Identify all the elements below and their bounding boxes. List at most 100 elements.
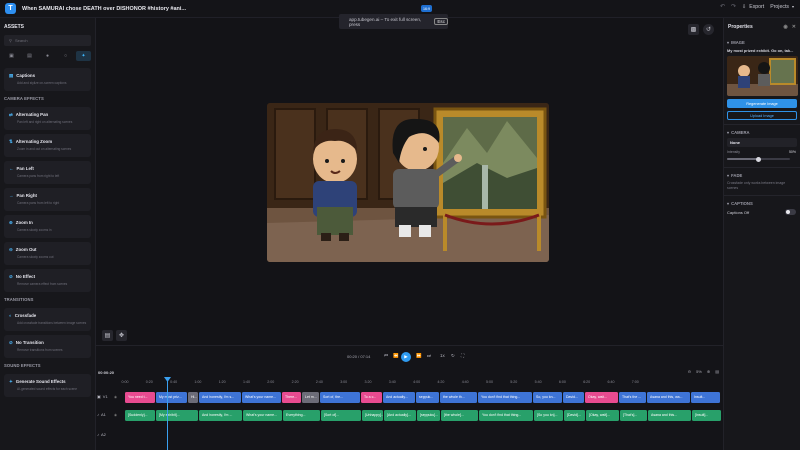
timeline-clip[interactable]: David... xyxy=(563,392,584,403)
project-title[interactable]: When SAMURAI chose DEATH over DISHONOR #… xyxy=(22,6,186,12)
fit-timeline-icon[interactable]: ▤ xyxy=(715,369,719,374)
timeline-clip[interactable]: the whole th... xyxy=(440,392,477,403)
transition-card-none[interactable]: ⊘ No Transition Remove transitions from s… xyxy=(4,335,91,358)
timeline-clip[interactable]: seppuk... xyxy=(416,392,439,403)
timeline-clip[interactable]: [the whole]... xyxy=(441,410,478,421)
effect-title: Zoom Out xyxy=(15,247,37,252)
timeline-clip[interactable]: You don't find that thing... xyxy=(478,392,532,403)
timeline-clip[interactable]: Hi... xyxy=(188,392,198,403)
regenerate-image-button[interactable]: Regenerate Image xyxy=(727,99,797,108)
video-preview-frame[interactable] xyxy=(267,103,549,262)
tab-images[interactable]: ▣ xyxy=(4,51,19,61)
timeline-clip[interactable]: [So you kn]... xyxy=(534,410,563,421)
app-logo-icon[interactable]: T xyxy=(5,3,16,14)
timeline-clip[interactable]: Let m... xyxy=(302,392,319,403)
fade-section-heading[interactable]: ▾ FADE xyxy=(727,172,800,178)
audio-track-1[interactable]: [Suddenly]... [My exhibit]... And honestly… xyxy=(125,410,723,421)
aspect-ratio-badge[interactable]: 16:9 xyxy=(421,5,432,12)
timeline-clip[interactable]: There... xyxy=(282,392,301,403)
camera-effect-select[interactable]: None xyxy=(727,138,797,147)
layout-toggle-button[interactable]: ▤ xyxy=(102,330,113,341)
tab-audio[interactable]: ○ xyxy=(58,51,73,61)
timeline-clip[interactable]: Everything... xyxy=(283,410,320,421)
captions-toggle-switch[interactable] xyxy=(785,209,796,215)
sound-card-generate[interactable]: ✦ Generate Sound Effects AI-generated sou… xyxy=(4,374,91,397)
close-icon[interactable]: ✕ xyxy=(792,24,796,30)
asset-search-input[interactable]: ⚲ Search xyxy=(4,35,91,46)
fullscreen-icon[interactable]: ⛶ xyxy=(461,353,464,358)
effect-card-alternating-zoom[interactable]: ⇅ Alternating Zoom Zoom in and out on alt… xyxy=(4,134,91,157)
timeline-clip[interactable]: [Suddenly]... xyxy=(125,410,155,421)
effect-card-pan-right[interactable]: → Pan Right Camera pans from left to righ… xyxy=(4,188,91,211)
track-a1-visibility-icon[interactable]: ◉ xyxy=(114,413,117,417)
upload-image-button[interactable]: Upload Image xyxy=(727,111,797,120)
ruler-tick: 1:00 xyxy=(194,380,202,384)
timeline-clip[interactable]: And honestly, I'm ... xyxy=(199,410,242,421)
timeline-clip[interactable]: And honestly, I'm s... xyxy=(199,392,241,403)
timeline-clip[interactable]: [seppuku]... xyxy=(417,410,440,421)
ruler-tick: 0:00 xyxy=(121,380,129,384)
intensity-slider[interactable] xyxy=(727,156,790,162)
intensity-slider-handle[interactable] xyxy=(756,156,761,162)
timeline-ruler[interactable]: 0:00 0:20 0:40 1:00 1:20 1:40 2:00 2:20 2:40 3:00… xyxy=(121,380,723,388)
export-button[interactable]: ⇩ Export xyxy=(742,4,764,10)
playback-speed[interactable]: 1x xyxy=(440,353,445,358)
effect-card-zoom-in[interactable]: ⊕ Zoom In Camera slowly zooms in xyxy=(4,215,91,238)
captions-section-heading[interactable]: ▾ CAPTIONS xyxy=(727,200,800,206)
timeline-clip[interactable]: And actually... xyxy=(383,392,415,403)
zoom-out-icon[interactable]: ⊖ xyxy=(688,369,691,374)
timeline-clip[interactable]: What's your name... xyxy=(243,410,282,421)
timeline-clip[interactable]: [My exhibit]... xyxy=(156,410,198,421)
tab-characters[interactable]: ● xyxy=(40,51,55,61)
timeline-clip[interactable]: Asana and this... xyxy=(648,410,691,421)
timeline-clip[interactable]: My most priz... xyxy=(156,392,187,403)
fit-screen-button[interactable]: ✥ xyxy=(116,330,127,341)
playhead-line[interactable] xyxy=(167,378,168,450)
timeline-clip[interactable]: [Insult]... xyxy=(692,410,721,421)
effect-card-zoom-out[interactable]: ⊖ Zoom Out Camera slowly zooms out xyxy=(4,242,91,265)
image-thumbnail[interactable] xyxy=(727,56,798,96)
timeline-clip[interactable]: Okay, wait... xyxy=(585,392,618,403)
effect-card-no-effect[interactable]: ⊘ No Effect Remove camera effect from sce… xyxy=(4,269,91,292)
timeline-clip[interactable]: [That's]... xyxy=(620,410,647,421)
timeline-clip[interactable]: You need t... xyxy=(125,392,155,403)
audio-track-2[interactable] xyxy=(125,430,723,441)
skip-forward-icon[interactable]: ⏭ xyxy=(427,353,431,358)
zoom-in-icon[interactable]: ⊕ xyxy=(707,369,710,374)
timeline-clip[interactable]: You don't find that thing... xyxy=(479,410,533,421)
timeline-clip[interactable]: [And actually]... xyxy=(384,410,416,421)
timeline-clip[interactable]: To a c... xyxy=(361,392,382,403)
skip-back-icon[interactable]: ⏮ xyxy=(384,353,388,358)
timeline-clip[interactable]: [Okay, wait]... xyxy=(586,410,619,421)
effect-card-alternating-pan[interactable]: ⇄ Alternating Pan Pan left and right on a… xyxy=(4,107,91,130)
tab-effects[interactable]: ✦ xyxy=(76,51,91,61)
projects-button[interactable]: Projects ▾ xyxy=(770,4,794,10)
timeline-clip[interactable]: So, you kn... xyxy=(533,392,562,403)
loop-icon[interactable]: ↻ xyxy=(451,353,455,359)
effect-desc: Camera pans from right to left xyxy=(17,174,60,178)
eye-icon[interactable]: ◉ xyxy=(783,24,787,30)
timeline-clip[interactable]: [David]... xyxy=(564,410,585,421)
tab-media[interactable]: ▤ xyxy=(22,51,37,61)
image-section-heading[interactable]: ▾ IMAGE xyxy=(727,39,800,45)
track-v1-visibility-icon[interactable]: ◉ xyxy=(114,395,117,399)
redo-icon[interactable]: ↷ xyxy=(731,3,736,10)
timeline-clip[interactable]: Asana and this, wa... xyxy=(647,392,690,403)
captions-card[interactable]: ▤ Captions Add and stylize on-screen capt… xyxy=(4,68,91,91)
timeline-clip[interactable]: Insult... xyxy=(691,392,720,403)
camera-section-heading[interactable]: ▾ CAMERA xyxy=(727,129,800,135)
effect-card-pan-left[interactable]: ← Pan Left Camera pans from right to left xyxy=(4,161,91,184)
fast-forward-icon[interactable]: ⏩ xyxy=(416,353,422,359)
transition-card-crossfade[interactable]: ◐ Crossfade Add crossfade transitions bet… xyxy=(4,308,91,331)
undo-icon[interactable]: ↶ xyxy=(720,3,725,10)
timeline-clip[interactable]: [Unhappy]... xyxy=(362,410,383,421)
video-track[interactable]: You need t... My most priz... Hi... And hon… xyxy=(125,392,723,403)
play-button[interactable]: ▶ xyxy=(401,352,411,362)
canvas-history-button[interactable]: ↺ xyxy=(703,24,714,35)
rewind-icon[interactable]: ⏪ xyxy=(393,353,399,359)
canvas-screenshot-button[interactable]: ▩ xyxy=(688,24,699,35)
timeline-clip[interactable]: That's the ... xyxy=(619,392,646,403)
timeline-clip[interactable]: Sort of, the... xyxy=(320,392,360,403)
timeline-clip[interactable]: [Sort of]... xyxy=(321,410,361,421)
timeline-clip[interactable]: What's your name... xyxy=(242,392,281,403)
